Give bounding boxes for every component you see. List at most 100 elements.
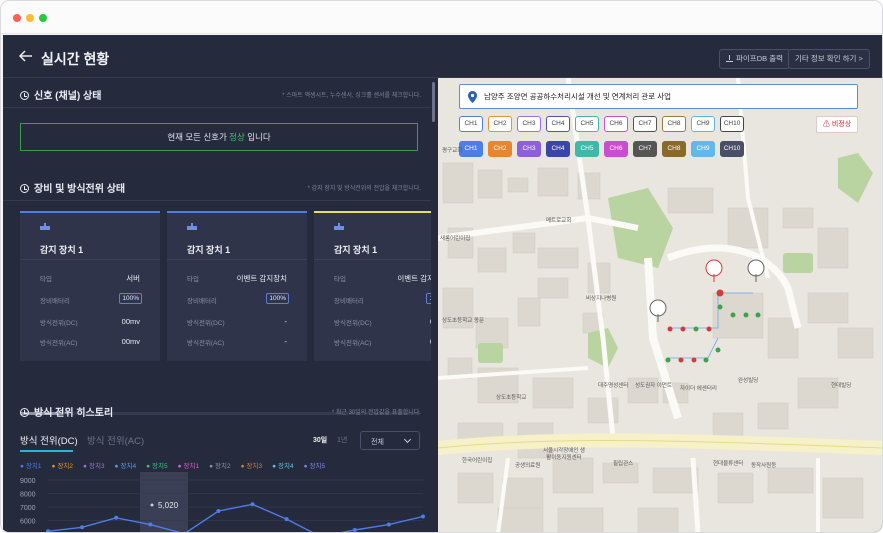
chevron-down-icon (403, 435, 412, 444)
clock-icon (20, 408, 29, 417)
data-point[interactable] (352, 527, 357, 532)
map-panel[interactable]: 남양주 조양면 공공하수처리시설 개선 및 연계처리 관로 사업 CH1 CH2 C… (438, 78, 882, 532)
channel-chip[interactable]: CH10 (720, 141, 744, 157)
divider (167, 259, 307, 260)
channel-chip[interactable]: CH10 (720, 116, 744, 132)
channel-chip[interactable]: CH5 (575, 141, 599, 157)
devices-section-header: 장비 및 방식전위 상태 * 감지 장치 및 방식전위의 전압을 체크합니다. (3, 171, 431, 201)
battery-label: 장비배터리 (187, 298, 217, 305)
legend-dot-icon: ● (146, 463, 150, 470)
channel-chip[interactable]: CH6 (604, 141, 628, 157)
legend-item[interactable]: ● 장치1 (20, 463, 47, 470)
device-card[interactable]: 감지 장치 1 타입 이벤트 감지장치 장비배터리 100% 방식전위(DC) - 방… (167, 211, 307, 361)
data-point[interactable] (46, 529, 50, 533)
type-label: 타입 (187, 276, 199, 283)
emergency-label: 비정상 (831, 121, 852, 128)
data-point[interactable] (114, 515, 119, 520)
device-card[interactable]: 감지 장치 1 타입 이벤트 감지 장비배터리1 방식전위(DC)0 방식전위(A… (314, 211, 431, 361)
channel-chip[interactable]: CH2 (488, 141, 512, 157)
legend-item[interactable]: ● 장치5 (146, 463, 173, 470)
download-icon (726, 55, 733, 62)
window-titlebar (1, 1, 882, 34)
emergency-badge[interactable]: ⚠ 비정상 (816, 116, 858, 133)
export-pipe-db-button[interactable]: 파이프DB 출력 (719, 49, 791, 69)
data-point[interactable] (80, 525, 85, 530)
tab-dc[interactable]: 방식 전위(DC) (20, 433, 78, 447)
left-panel-scrollbar[interactable] (431, 78, 437, 532)
device-filter-select[interactable]: 전체 (360, 431, 420, 450)
battery-row: 장비배터리1 (334, 293, 431, 309)
dc-label: 방식전위(DC) (334, 320, 372, 327)
battery-label: 장비배터리 (334, 298, 364, 305)
type-value: 이벤트 감지장치 (236, 274, 287, 283)
type-label: 타입 (334, 276, 346, 283)
legend-dot-icon: ● (272, 463, 277, 470)
channel-chip[interactable]: CH3 (517, 116, 541, 132)
series-line-device1 (47, 503, 424, 532)
more-info-button[interactable]: 기타 정보 확인 하기 > (788, 49, 870, 69)
legend-item[interactable]: ● 장치1 (178, 463, 205, 470)
channel-chip[interactable]: CH3 (517, 141, 541, 157)
legend-label: 장치5 (152, 463, 168, 470)
channel-chip[interactable]: CH8 (662, 116, 686, 132)
channel-chip[interactable]: CH7 (633, 116, 657, 132)
maximize-window-icon[interactable] (39, 14, 47, 22)
legend-dot-icon: ● (177, 463, 182, 470)
map-place-label: 서울시각장애인 생활이동지원센터 (542, 448, 585, 461)
sensor-device-icon (40, 223, 50, 230)
signal-section-note: * 스마트 액셍시트, 누수센서, 싱크홀 센서를 체크합니다. (282, 93, 421, 99)
minimize-window-icon[interactable] (26, 14, 34, 22)
tab-ac[interactable]: 방식 전위(AC) (87, 433, 144, 447)
active-tab-indicator (20, 450, 73, 452)
dc-row: 방식전위(DC)0 (334, 317, 431, 331)
legend-item[interactable]: ● 장치2 (209, 463, 236, 470)
device-name: 감지 장치 1 (40, 245, 84, 255)
legend-item[interactable]: ● 장치2 (52, 463, 79, 470)
legend-label: 장치4 (120, 463, 137, 470)
channel-chip[interactable]: CH9 (691, 116, 715, 132)
channel-chip[interactable]: CH1 (459, 141, 483, 157)
data-point[interactable] (421, 514, 425, 519)
map-search-input[interactable]: 남양주 조양면 공공하수처리시설 개선 및 연계처리 관로 사업 (459, 84, 858, 109)
close-window-icon[interactable] (13, 14, 21, 22)
dc-label: 방식전위(DC) (187, 320, 225, 327)
location-pin-icon (468, 91, 477, 103)
devices-section-title: 장비 및 방식전위 상태 (20, 180, 125, 195)
legend-dot-icon: ● (240, 463, 245, 470)
device-card[interactable]: 감지 장치 1 타입 서버 장비배터리 100% 방식전위(DC) 00mv 방식전위… (20, 211, 160, 361)
channel-chip[interactable]: CH6 (604, 116, 628, 132)
data-point[interactable] (216, 509, 221, 514)
ac-row: 방식전위(AC)0 (334, 337, 431, 351)
export-button-label: 파이프DB 출력 (736, 54, 784, 63)
data-point[interactable] (284, 517, 289, 522)
battery-value: 100% (266, 293, 289, 304)
legend-label: 장치2 (57, 463, 74, 470)
legend-label: 장치3 (88, 463, 105, 470)
channel-chip[interactable]: CH2 (488, 116, 512, 132)
range-1-year[interactable]: 1년 (337, 435, 347, 445)
channel-chip[interactable]: CH9 (691, 141, 715, 157)
range-30-days[interactable]: 30일 (313, 435, 327, 445)
data-point[interactable] (148, 522, 153, 527)
channel-chip[interactable]: CH4 (546, 116, 570, 132)
channel-chip[interactable]: CH8 (662, 141, 686, 157)
legend-item[interactable]: ● 장치3 (83, 463, 110, 470)
legend-label: 장치1 (183, 463, 200, 470)
channel-chip[interactable]: CH4 (546, 141, 570, 157)
channel-chip[interactable]: CH1 (459, 116, 483, 132)
back-arrow-icon[interactable] (18, 48, 34, 64)
data-point[interactable] (386, 522, 391, 527)
data-point[interactable] (250, 502, 255, 507)
legend-label: 장치1 (25, 463, 42, 470)
legend-item[interactable]: ● 장치4 (115, 463, 142, 470)
channel-chip[interactable]: CH7 (633, 141, 657, 157)
channel-chip[interactable]: CH5 (575, 116, 599, 132)
legend-item[interactable]: ● 장치4 (272, 463, 299, 470)
legend-item[interactable]: ● 장치3 (241, 463, 268, 470)
legend-item[interactable]: ● 장치5 (304, 463, 331, 470)
battery-value: 100% (119, 293, 142, 304)
clock-icon (20, 91, 29, 100)
legend-label: 장치4 (278, 463, 294, 470)
browser-window: 실시간 현황 파이프DB 출력 기타 정보 확인 하기 > 신호 (채널) 상태… (0, 0, 883, 533)
type-value: 서버 (126, 274, 140, 283)
